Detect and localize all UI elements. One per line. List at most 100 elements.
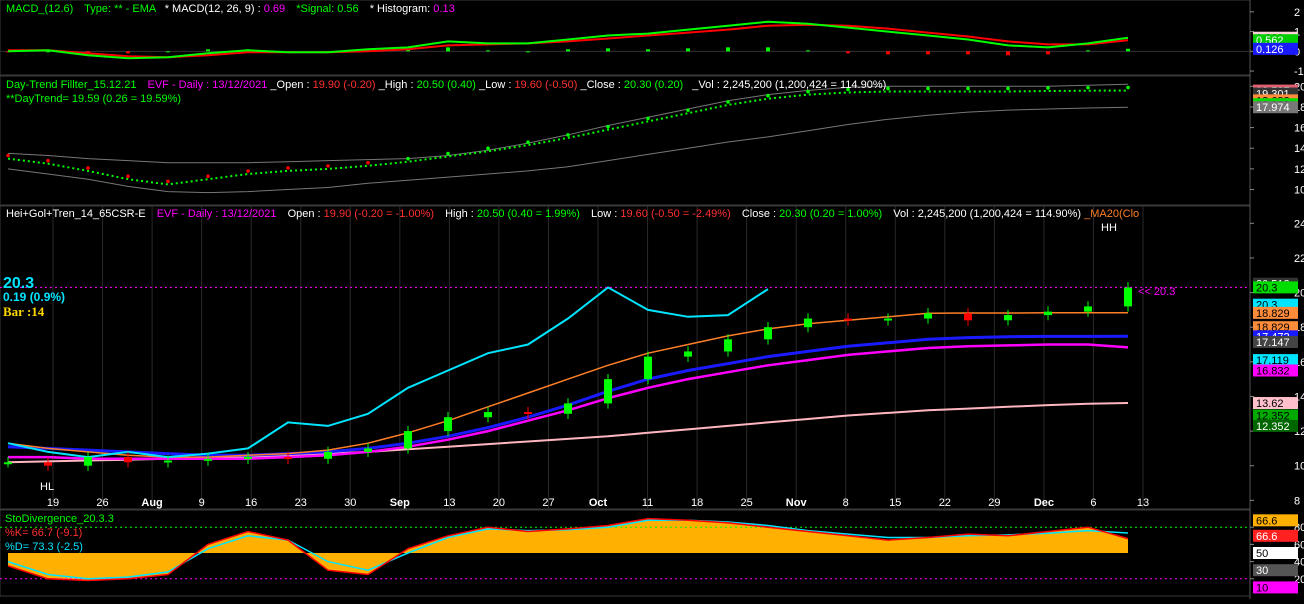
axis-tick-label: 14 <box>1294 143 1304 155</box>
x-axis-label: Dec <box>1034 497 1054 509</box>
macd-hist-bar <box>526 51 530 53</box>
sto-title: StoDivergence_20.3.3 <box>5 513 114 525</box>
x-axis-label: 6 <box>1090 497 1096 509</box>
x-axis-label: 27 <box>542 497 554 509</box>
macd-hist-bar <box>1126 48 1130 52</box>
macd-hist-bar <box>206 49 210 52</box>
macd-hist-bar <box>166 51 170 53</box>
price-badge-label: 17.147 <box>1256 337 1290 349</box>
daytrend-dot <box>886 86 890 91</box>
daytrend-dot <box>6 153 10 158</box>
x-axis-label: 30 <box>344 497 356 509</box>
macd-title: MACD_(12.6) Type: ** - EMA * MACD(12, 26… <box>6 3 455 15</box>
stock-chart[interactable]: 210-10.6880.5620.12620181614121019.58719… <box>0 0 1304 599</box>
daytrend-dot <box>46 158 50 163</box>
axis-tick-label: 8 <box>1294 495 1300 507</box>
price-badge-label: 20.3 <box>1256 282 1277 294</box>
macd-hist-bar <box>726 47 730 52</box>
macd-hist-bar <box>486 50 490 52</box>
candle-body <box>204 458 212 461</box>
x-axis-label: Oct <box>589 497 608 509</box>
daytrend-dot <box>606 124 610 129</box>
axis-tick-label: -1 <box>1294 66 1304 78</box>
price-badge-label: 66.6 <box>1256 531 1277 543</box>
candle-body <box>404 431 412 449</box>
last-price-marker: << 20.3 <box>1138 286 1175 298</box>
candle-body <box>44 462 52 466</box>
macd-hist-bar <box>1006 51 1010 56</box>
candle-body <box>524 412 532 415</box>
macd-hist-bar <box>966 51 970 55</box>
axis-tick-label: 2 <box>1294 7 1300 19</box>
candle-body <box>284 457 292 460</box>
x-axis-label: Aug <box>141 497 162 509</box>
daytrend-dot <box>686 108 690 112</box>
macd-hist-bar <box>446 47 450 52</box>
x-axis-label: Sep <box>390 497 410 509</box>
macd-hist-bar <box>806 50 810 52</box>
daytrend-dot <box>446 151 450 156</box>
daytrend-dot <box>1006 86 1010 91</box>
daytrend-dot <box>966 86 970 91</box>
candle-body <box>724 339 732 352</box>
daytrend-dot <box>86 166 90 170</box>
sto-k-label: %K= 66.7 (-9.1) <box>5 527 82 539</box>
price-badge-label: 50 <box>1256 548 1268 560</box>
macd-hist-bar <box>606 48 610 52</box>
candle-body <box>684 351 692 357</box>
candle-body <box>1044 311 1052 316</box>
x-axis-label: 15 <box>889 497 901 509</box>
candle-body <box>644 356 652 380</box>
x-axis-label: 25 <box>741 497 753 509</box>
daytrend-dot <box>726 100 730 104</box>
x-axis-label: 20 <box>493 497 505 509</box>
candle-body <box>244 457 252 460</box>
axis-tick-label: 10 <box>1294 185 1304 197</box>
macd-hist-bar <box>686 48 690 52</box>
price-badge-label: 10 <box>1256 582 1268 594</box>
bar-count: Bar :14 <box>3 304 45 319</box>
daytrend-dot <box>126 174 130 178</box>
daytrend-value: **DayTrend= 19.59 (0.26 = 19.59%) <box>6 93 181 105</box>
daytrend-dot <box>286 166 290 170</box>
x-axis-label: 22 <box>939 497 951 509</box>
candle-body <box>1084 306 1092 312</box>
candle-body <box>884 318 892 321</box>
daytrend-dot <box>486 146 490 151</box>
daytrend-dot <box>926 86 930 91</box>
x-axis-label: 18 <box>691 497 703 509</box>
daytrend-dot <box>406 156 410 161</box>
macd-hist-bar <box>126 51 130 54</box>
macd-hist-bar <box>1046 51 1050 55</box>
price-badge-label: 17.974 <box>1256 102 1290 114</box>
macd-hist-bar <box>566 49 570 52</box>
macd-hist-bar <box>1086 50 1090 52</box>
daytrend-dot <box>166 179 170 184</box>
x-axis-label: 23 <box>295 497 307 509</box>
axis-tick-label: 24 <box>1294 218 1304 230</box>
candle-body <box>364 448 372 452</box>
candle-body <box>324 451 332 459</box>
price-badge-label: 66.6 <box>1256 515 1277 527</box>
hl-label: HL <box>40 481 54 493</box>
candle-body <box>4 462 12 465</box>
daytrend-dot <box>526 140 530 144</box>
axis-tick-label: 16 <box>1294 123 1304 135</box>
macd-hist-bar <box>846 51 850 54</box>
axis-tick-label: 12 <box>1294 164 1304 176</box>
candle-body <box>564 403 572 414</box>
x-axis-label: 29 <box>988 497 1000 509</box>
candle-body <box>124 457 132 463</box>
macd-hist-bar <box>886 51 890 55</box>
price-badge-label: 16.832 <box>1256 365 1290 377</box>
daytrend-dot <box>766 93 770 98</box>
candle-body <box>1124 287 1132 307</box>
daytrend-dot <box>1126 85 1130 90</box>
candle-body <box>924 313 932 319</box>
sto-d-label: %D= 73.3 (-2.5) <box>5 541 83 553</box>
price-badge-label: 18.829 <box>1256 308 1290 320</box>
price-badge-label: 30 <box>1256 565 1268 577</box>
x-axis-label: 8 <box>843 497 849 509</box>
daytrend-dot <box>326 164 330 168</box>
x-axis-label: 16 <box>245 497 257 509</box>
